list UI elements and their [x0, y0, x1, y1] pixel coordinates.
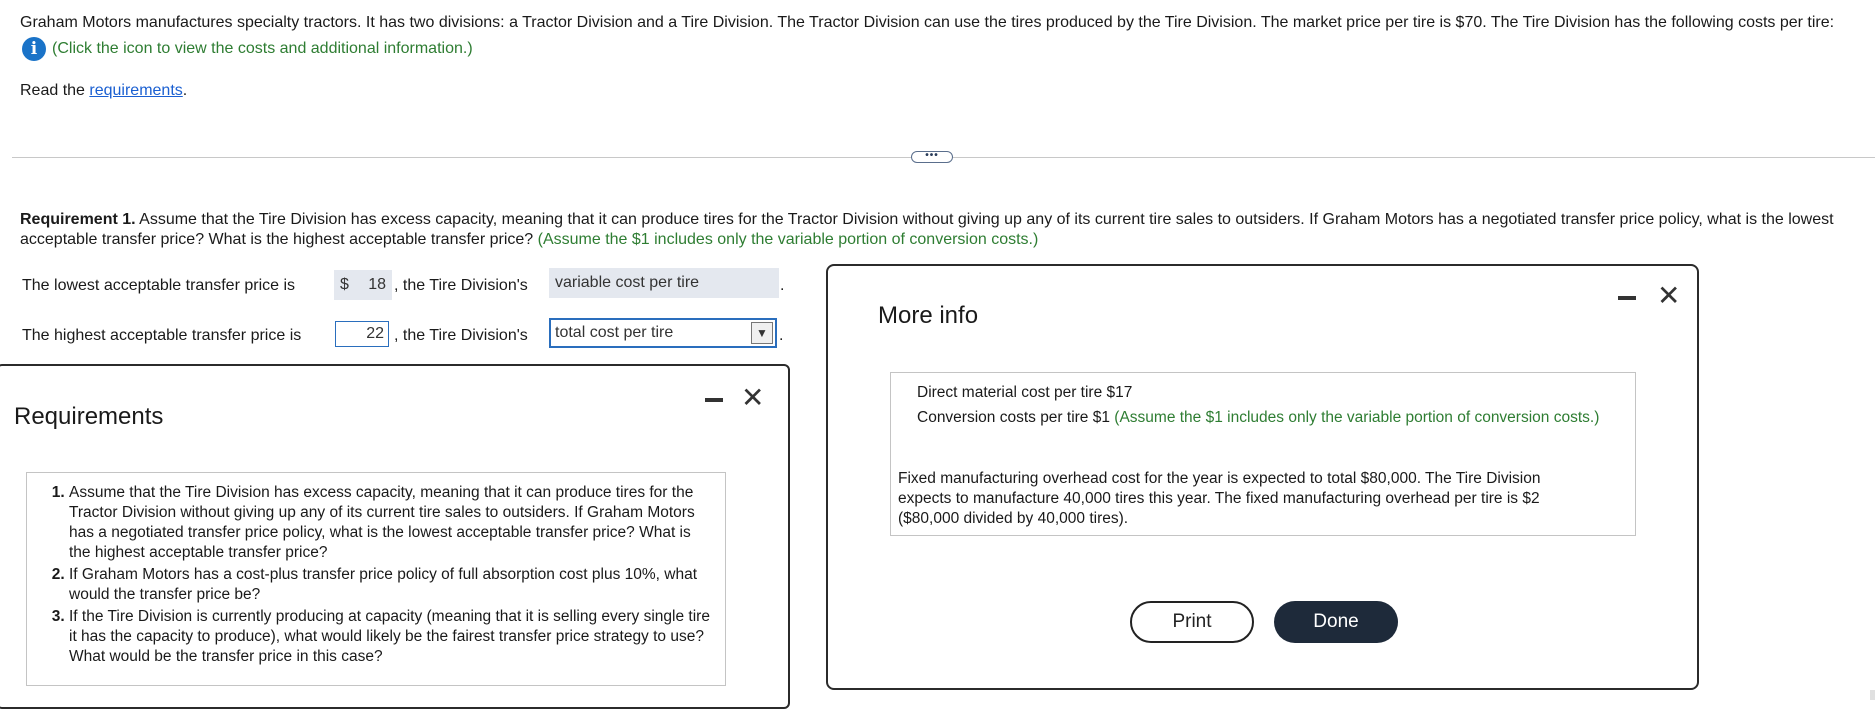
- lowest-label: The lowest acceptable transfer price is: [22, 277, 296, 294]
- more-info-title: More info: [878, 302, 979, 329]
- lowest-price-answer: $ 18: [334, 270, 392, 300]
- close-icon[interactable]: ✕: [741, 384, 764, 412]
- conversion-cost-line: Conversion costs per tire $1 (Assume the…: [917, 408, 1607, 428]
- info-hint: (Click the icon to view the costs and ad…: [52, 40, 473, 57]
- fixed-overhead-text: Fixed manufacturing overhead cost for th…: [898, 470, 1541, 527]
- requirements-link[interactable]: requirements: [89, 82, 182, 99]
- requirement-1-note: (Assume the $1 includes only the variabl…: [537, 231, 1039, 248]
- expand-button[interactable]: •••: [911, 151, 953, 163]
- requirement-item: Assume that the Tire Division has excess…: [69, 483, 713, 563]
- highest-basis-value: total cost per tire: [555, 324, 674, 341]
- close-icon[interactable]: ✕: [1657, 282, 1680, 310]
- read-requirements-line: Read the requirements.: [20, 82, 187, 100]
- more-info-dialog: More info ✕ Direct material cost per tir…: [826, 264, 1699, 690]
- scrollbar-edge: [1870, 690, 1875, 700]
- highest-mid-text: , the Tire Division's: [394, 327, 528, 344]
- requirement-item: If Graham Motors has a cost-plus transfe…: [69, 565, 713, 605]
- print-button[interactable]: Print: [1130, 601, 1254, 643]
- lowest-basis-answer: variable cost per tire: [549, 268, 779, 298]
- read-suffix: .: [182, 82, 188, 99]
- info-icon[interactable]: i: [22, 37, 46, 61]
- dropdown-arrow-icon[interactable]: ▼: [751, 322, 773, 344]
- done-button[interactable]: Done: [1274, 601, 1398, 643]
- read-prefix: Read the: [20, 82, 90, 99]
- conversion-cost-note: (Assume the $1 includes only the variabl…: [1114, 409, 1600, 426]
- direct-material-line: Direct material cost per tire $17: [917, 384, 1133, 401]
- requirement-1-text: Requirement 1. Assume that the Tire Divi…: [20, 210, 1870, 250]
- intro-text: Graham Motors manufactures specialty tra…: [20, 14, 1835, 31]
- requirement-1-label: Requirement 1.: [20, 211, 136, 228]
- currency-symbol: $: [340, 276, 349, 293]
- minimize-icon[interactable]: [1618, 296, 1636, 300]
- highest-end: .: [779, 327, 784, 344]
- minimize-icon[interactable]: [705, 398, 723, 402]
- requirements-list: Assume that the Tire Division has excess…: [41, 483, 713, 667]
- requirements-title: Requirements: [14, 403, 164, 430]
- requirement-item: If the Tire Division is currently produc…: [69, 607, 713, 667]
- cost-info-box: Direct material cost per tire $17 Conver…: [890, 372, 1636, 536]
- highest-basis-select[interactable]: total cost per tire ▼: [549, 318, 777, 348]
- highest-price-input[interactable]: 22: [335, 321, 389, 347]
- requirements-list-box: Assume that the Tire Division has excess…: [26, 472, 726, 686]
- requirements-dialog: Requirements ✕ Assume that the Tire Divi…: [0, 364, 790, 709]
- conversion-cost-text: Conversion costs per tire $1: [917, 409, 1115, 426]
- lowest-price-value: 18: [368, 276, 386, 293]
- highest-label: The highest acceptable transfer price is: [22, 327, 302, 344]
- info-row: i (Click the icon to view the costs and …: [22, 37, 473, 61]
- lowest-end: .: [780, 277, 785, 294]
- lowest-mid-text: , the Tire Division's: [394, 277, 528, 294]
